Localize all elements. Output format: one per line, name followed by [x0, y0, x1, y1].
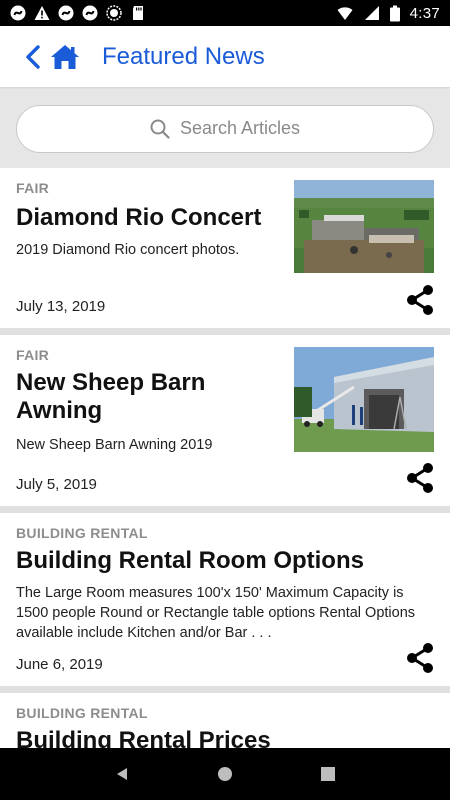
system-icons: 4:37 [336, 5, 440, 22]
back-button[interactable] [22, 42, 44, 72]
share-icon[interactable] [405, 284, 435, 316]
article-title[interactable]: Diamond Rio Concert [16, 204, 281, 232]
article-title[interactable]: New Sheep Barn Awning [16, 369, 281, 425]
search-input[interactable]: Search Articles [16, 104, 434, 153]
article-summary: 2019 Diamond Rio concert photos. [16, 242, 240, 258]
article-summary: The Large Room measures 100'x 150' Maxim… [16, 585, 416, 641]
app-bar: Featured News [0, 26, 450, 88]
article-date: July 13, 2019 [16, 298, 106, 315]
nav-recents-button[interactable] [316, 762, 340, 786]
system-nav-bar [0, 748, 450, 800]
article-category: BUILDING RENTAL [16, 705, 148, 721]
nav-back-button[interactable] [110, 762, 134, 786]
circle-icon [106, 5, 122, 21]
sync-icon [10, 5, 26, 21]
circle-home-icon [217, 767, 232, 781]
home-button[interactable] [50, 42, 82, 72]
page-title: Featured News [102, 42, 265, 70]
nav-home-button[interactable] [213, 762, 237, 786]
article-card[interactable]: FAIR New Sheep Barn Awning New Sheep Bar… [0, 335, 450, 506]
article-date: July 5, 2019 [16, 476, 97, 493]
clock: 4:37 [409, 4, 440, 22]
chevron-left-icon [26, 44, 40, 69]
notification-icons [10, 5, 146, 21]
share-icon[interactable] [405, 462, 435, 494]
article-card[interactable]: FAIR Diamond Rio Concert 2019 Diamond Ri… [0, 168, 450, 328]
square-recents-icon [321, 767, 336, 781]
home-icon [51, 44, 79, 69]
article-card[interactable]: BUILDING RENTAL Building Rental Prices [0, 693, 450, 748]
article-feed[interactable]: FAIR Diamond Rio Concert 2019 Diamond Ri… [0, 168, 450, 748]
search-area: Search Articles [0, 89, 450, 168]
search-placeholder: Search Articles [179, 118, 301, 138]
aerial-fairground-photo [294, 180, 434, 273]
alert-icon [34, 6, 50, 20]
sd-card-icon [133, 6, 143, 20]
sync-icon [82, 5, 98, 21]
sync-icon [58, 5, 74, 21]
status-bar: 4:37 [0, 0, 450, 26]
article-image[interactable] [294, 347, 434, 452]
article-category: BUILDING RENTAL [16, 525, 148, 541]
share-icon[interactable] [405, 642, 435, 674]
article-date: June 6, 2019 [16, 656, 103, 673]
battery-icon [389, 5, 400, 21]
article-card[interactable]: BUILDING RENTAL Building Rental Room Opt… [0, 513, 450, 686]
signal-icon [364, 6, 379, 20]
article-title[interactable]: Building Rental Prices [16, 727, 434, 748]
triangle-back-icon [116, 768, 127, 780]
article-title[interactable]: Building Rental Room Options [16, 547, 434, 575]
search-icon [150, 119, 170, 139]
barn-construction-photo [294, 347, 434, 452]
article-image[interactable] [294, 180, 434, 273]
wifi-icon [337, 7, 353, 20]
article-summary: New Sheep Barn Awning 2019 [16, 437, 213, 453]
